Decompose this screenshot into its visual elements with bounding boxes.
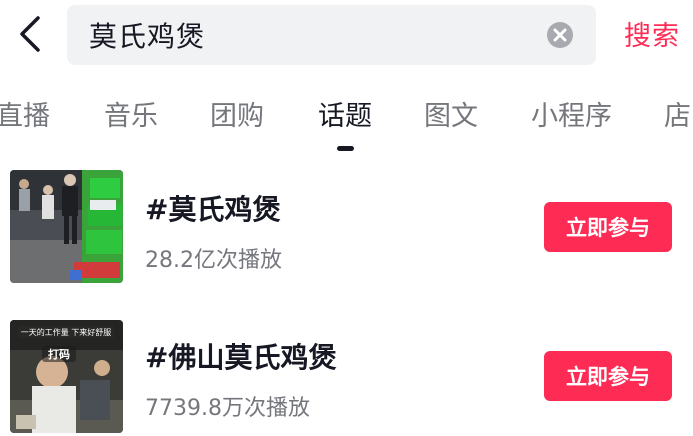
topic-title[interactable]: #莫氏鸡煲 xyxy=(145,188,280,228)
back-button[interactable] xyxy=(12,12,48,56)
topic-thumbnail xyxy=(10,170,123,283)
thumbnail-image xyxy=(10,170,123,283)
search-button[interactable]: 搜索 xyxy=(624,14,680,53)
tab-music[interactable]: 音乐 xyxy=(104,94,158,133)
topic-thumbnail: 一天的工作量 下来好舒服 打码 xyxy=(10,320,123,433)
search-query[interactable]: 莫氏鸡煲 xyxy=(89,15,205,55)
tab-topics[interactable]: 话题 xyxy=(318,94,372,133)
search-input[interactable]: 莫氏鸡煲 xyxy=(67,5,596,65)
top-bar: 莫氏鸡煲 搜索 xyxy=(0,0,693,70)
close-circle-icon xyxy=(547,22,573,48)
chevron-left-icon xyxy=(20,16,40,52)
join-topic-button[interactable]: 立即参与 xyxy=(544,202,672,252)
tab-live[interactable]: 直播 xyxy=(0,94,50,133)
thumbnail-badge: 打码 xyxy=(48,347,70,361)
tab-mini-programs[interactable]: 小程序 xyxy=(531,94,612,133)
topic-result-row[interactable]: #莫氏鸡煲 28.2亿次播放 立即参与 xyxy=(0,168,693,286)
active-tab-indicator xyxy=(337,146,354,151)
topic-result-row[interactable]: 一天的工作量 下来好舒服 打码 #佛山莫氏鸡煲 7739.8万次播放 立即参与 xyxy=(0,318,693,436)
category-tabs: 直播 音乐 团购 话题 图文 小程序 店 xyxy=(0,88,693,152)
topic-play-count: 7739.8万次播放 xyxy=(145,396,310,421)
thumbnail-caption: 一天的工作量 下来好舒服 xyxy=(21,327,112,337)
tab-image-text[interactable]: 图文 xyxy=(424,94,478,133)
tab-group-buy[interactable]: 团购 xyxy=(210,94,264,133)
clear-search-button[interactable] xyxy=(546,21,574,49)
tab-shop[interactable]: 店 xyxy=(664,94,691,133)
thumbnail-image: 一天的工作量 下来好舒服 打码 xyxy=(10,320,123,433)
topic-play-count: 28.2亿次播放 xyxy=(145,248,282,273)
topic-title[interactable]: #佛山莫氏鸡煲 xyxy=(145,336,336,376)
join-topic-button[interactable]: 立即参与 xyxy=(544,351,672,401)
